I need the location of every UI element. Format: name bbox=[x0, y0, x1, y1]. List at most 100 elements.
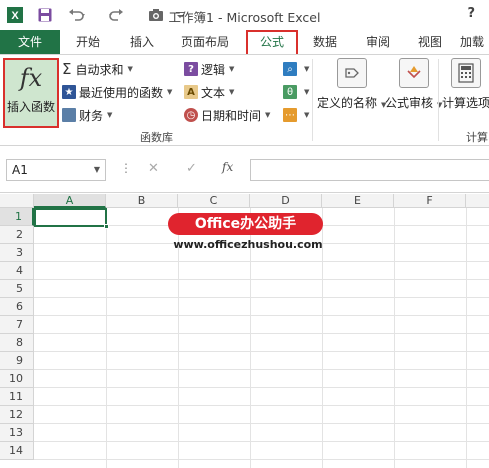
insert-function-label: 插入函数 bbox=[6, 100, 55, 114]
insert-function-icon[interactable]: fx bbox=[222, 160, 233, 174]
row-header[interactable]: 1 bbox=[0, 208, 34, 226]
tab-home[interactable]: 开始 bbox=[64, 30, 112, 54]
row-header[interactable]: 8 bbox=[0, 334, 34, 352]
text-label: 文本 bbox=[201, 85, 226, 100]
enter-icon[interactable]: ✓ bbox=[186, 161, 197, 176]
gridline bbox=[34, 261, 489, 262]
fill-handle[interactable] bbox=[104, 224, 109, 229]
column-header[interactable]: E bbox=[322, 194, 394, 208]
gridline bbox=[106, 208, 107, 468]
row-header[interactable]: 5 bbox=[0, 280, 34, 298]
financial-icon bbox=[62, 108, 76, 122]
gridline bbox=[34, 441, 489, 442]
row-header[interactable]: 2 bbox=[0, 226, 34, 244]
financial-label: 财务 bbox=[79, 108, 104, 123]
row-header[interactable]: 4 bbox=[0, 262, 34, 280]
column-header[interactable]: B bbox=[106, 194, 178, 208]
name-box-value: A1 bbox=[12, 163, 28, 177]
group-label-library: 函数库 bbox=[140, 131, 173, 144]
gridline bbox=[34, 459, 489, 460]
row-header[interactable]: 9 bbox=[0, 352, 34, 370]
math-button[interactable]: θ ▼ bbox=[283, 83, 309, 101]
row-header[interactable]: 10 bbox=[0, 370, 34, 388]
watermark-brand: Office办公助手 bbox=[168, 213, 323, 235]
select-all-corner[interactable] bbox=[0, 194, 34, 208]
formula-audit-button[interactable]: 公式审核 ▼ bbox=[385, 58, 442, 111]
row-header[interactable]: 13 bbox=[0, 424, 34, 442]
gridline bbox=[394, 208, 395, 468]
more-functions-button[interactable]: ⋯ ▼ bbox=[283, 106, 309, 124]
tab-insert[interactable]: 插入 bbox=[120, 30, 164, 54]
chevron-down-icon: ▼ bbox=[265, 111, 271, 119]
tab-file[interactable]: 文件 bbox=[0, 30, 60, 54]
datetime-button[interactable]: ◷ 日期和时间 ▼ bbox=[184, 106, 270, 124]
row-header[interactable]: 6 bbox=[0, 298, 34, 316]
chevron-down-icon[interactable]: ▼ bbox=[94, 160, 100, 180]
chevron-down-icon: ▼ bbox=[304, 111, 310, 119]
clock-icon: ◷ bbox=[184, 108, 198, 122]
logical-label: 逻辑 bbox=[201, 62, 226, 77]
column-header[interactable]: D bbox=[250, 194, 322, 208]
name-box[interactable]: A1 ▼ bbox=[6, 159, 106, 181]
tab-data[interactable]: 数据 bbox=[302, 30, 348, 54]
gridline bbox=[34, 369, 489, 370]
gridline bbox=[34, 315, 489, 316]
formula-bar: A1 ▼ ⋮ ✕ ✓ fx bbox=[0, 147, 489, 193]
row-header[interactable]: 11 bbox=[0, 388, 34, 406]
row-header[interactable]: 3 bbox=[0, 244, 34, 262]
help-button[interactable]: ? bbox=[467, 6, 475, 21]
tab-view[interactable]: 视图 bbox=[408, 30, 452, 54]
chevron-down-icon: ▼ bbox=[127, 65, 133, 73]
column-header[interactable]: F bbox=[394, 194, 466, 208]
logical-button[interactable]: ? 逻辑 ▼ bbox=[184, 60, 234, 78]
define-name-button[interactable]: 定义的名称 ▼ bbox=[317, 58, 386, 111]
gridline bbox=[34, 387, 489, 388]
column-header[interactable] bbox=[466, 194, 489, 208]
formula-bar-grip[interactable]: ⋮ bbox=[120, 161, 132, 175]
autosum-button[interactable]: Σ 自动求和 ▼ bbox=[62, 60, 133, 78]
cancel-icon[interactable]: ✕ bbox=[148, 161, 159, 176]
formula-input[interactable] bbox=[250, 159, 489, 181]
recent-functions-label: 最近使用的函数 bbox=[79, 85, 164, 100]
financial-button[interactable]: 财务 ▼ bbox=[62, 106, 112, 124]
insert-function-button[interactable]: fx 插入函数 bbox=[3, 58, 59, 128]
datetime-label: 日期和时间 bbox=[201, 108, 262, 123]
chevron-down-icon: ▼ bbox=[229, 65, 235, 73]
formula-audit-icon bbox=[398, 58, 429, 88]
recent-functions-button[interactable]: ★ 最近使用的函数 ▼ bbox=[62, 83, 172, 101]
formula-audit-label: 公式审核 bbox=[385, 96, 434, 110]
watermark-url: www.officezhushou.com bbox=[173, 238, 323, 251]
tab-addins[interactable]: 加载 bbox=[460, 30, 489, 54]
chevron-down-icon: ▼ bbox=[107, 111, 113, 119]
tab-page-layout[interactable]: 页面布局 bbox=[172, 30, 238, 54]
column-header[interactable]: A bbox=[34, 194, 106, 208]
active-cell[interactable] bbox=[34, 208, 109, 229]
text-icon: A bbox=[184, 85, 198, 99]
calc-options-button[interactable]: 计算选项 bbox=[442, 58, 489, 111]
row-header[interactable]: 7 bbox=[0, 316, 34, 334]
worksheet-grid[interactable]: ABCDEF 1 2 3 4 5 6 7 8 9 10 11 12 13 14 Office办公助手 ww… bbox=[0, 194, 489, 468]
lookup-button[interactable]: ⌕ ▼ bbox=[283, 60, 309, 78]
row-header[interactable]: 14 bbox=[0, 442, 34, 460]
define-name-label: 定义的名称 bbox=[317, 96, 378, 110]
tab-formulas[interactable]: 公式 bbox=[246, 30, 298, 54]
gridline bbox=[34, 405, 489, 406]
star-icon: ★ bbox=[62, 85, 76, 99]
calculator-icon bbox=[451, 58, 481, 88]
window-title: 工作簿1 - Microsoft Excel bbox=[168, 10, 321, 25]
calc-options-label: 计算选项 bbox=[442, 96, 489, 110]
title-bar: X 工作簿1 - Microsoft Excel ? bbox=[0, 0, 489, 30]
lookup-icon: ⌕ bbox=[283, 62, 297, 76]
gridline bbox=[34, 279, 489, 280]
gridline bbox=[466, 208, 467, 468]
column-header[interactable]: C bbox=[178, 194, 250, 208]
ribbon: fx 插入函数 Σ 自动求和 ▼ ★ 最近使用的函数 ▼ 财务 ▼ ? 逻辑 ▼ A 文… bbox=[0, 54, 489, 146]
logical-icon: ? bbox=[184, 62, 198, 76]
group-label-calc: 计算 bbox=[466, 131, 488, 144]
tab-review[interactable]: 审阅 bbox=[356, 30, 400, 54]
text-button[interactable]: A 文本 ▼ bbox=[184, 83, 234, 101]
gridline bbox=[34, 351, 489, 352]
row-header[interactable]: 12 bbox=[0, 406, 34, 424]
chevron-down-icon: ▼ bbox=[229, 88, 235, 96]
chevron-down-icon: ▼ bbox=[304, 65, 310, 73]
